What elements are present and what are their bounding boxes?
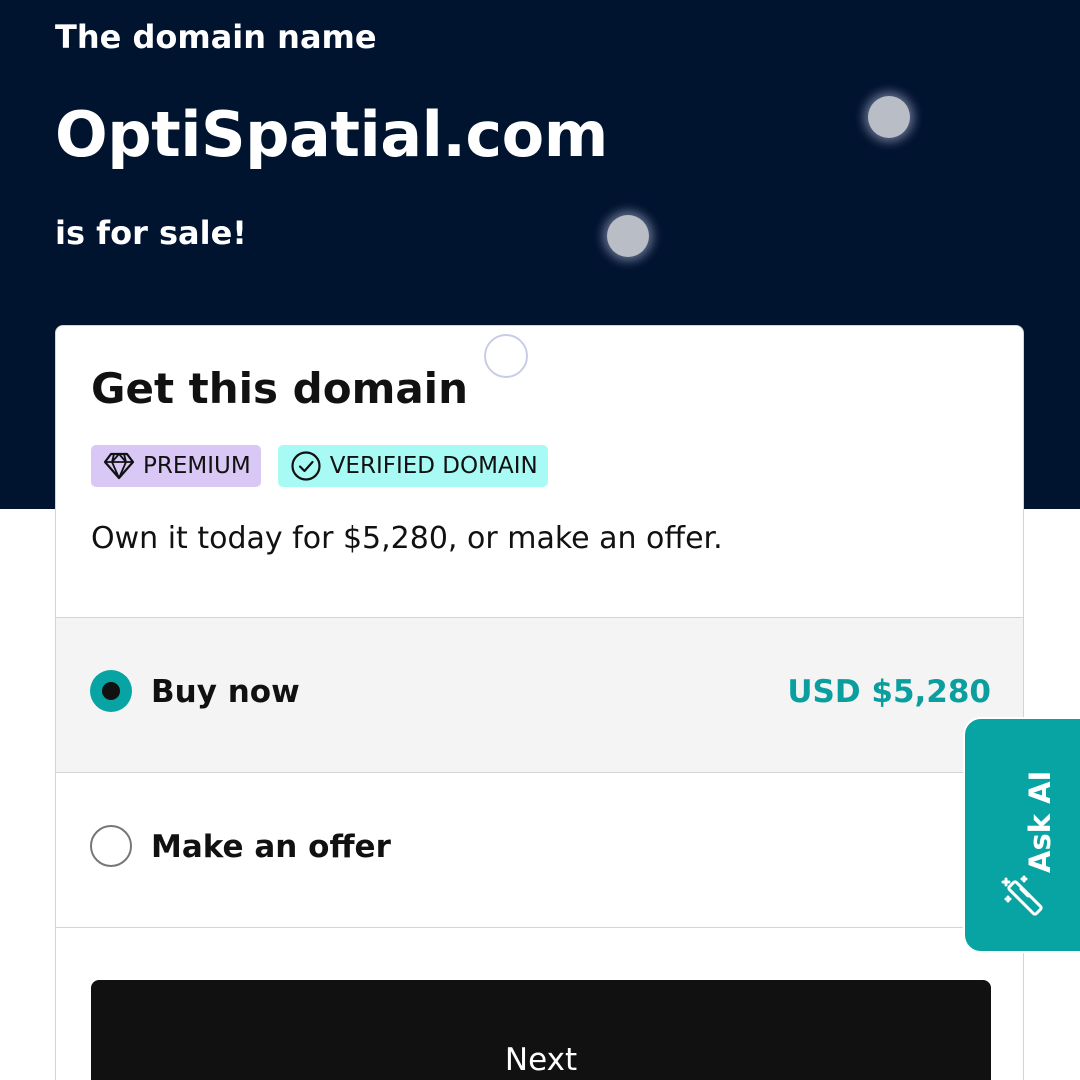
page: The domain name OptiSpatial.com is for s… [0, 0, 1080, 1080]
make-offer-label: Make an offer [151, 829, 391, 865]
buy-now-price: USD $5,280 [787, 674, 991, 710]
buy-now-radio[interactable] [90, 670, 132, 712]
option-make-offer[interactable]: Make an offer [56, 772, 1023, 927]
ask-ai-button[interactable]: Ask AI [963, 717, 1080, 953]
decorative-dot [607, 215, 649, 257]
verified-badge-label: VERIFIED DOMAIN [329, 453, 538, 479]
next-button[interactable]: Next [91, 980, 991, 1080]
domain-name: OptiSpatial.com [55, 98, 608, 171]
sale-status: is for sale! [55, 214, 247, 252]
badge-row: PREMIUM VERIFIED DOMAIN [91, 445, 548, 487]
check-circle-icon [291, 451, 321, 481]
purchase-card: Get this domain PREMIUM VERIFIED DOMAIN … [55, 325, 1024, 1080]
make-offer-radio[interactable] [90, 825, 132, 867]
hero-eyebrow: The domain name [55, 18, 377, 56]
diamond-icon [103, 452, 135, 480]
ask-ai-label: Ask AI [1023, 770, 1057, 873]
verified-badge: VERIFIED DOMAIN [277, 445, 548, 487]
divider [56, 927, 1023, 928]
buy-now-label: Buy now [151, 674, 300, 710]
premium-badge-label: PREMIUM [143, 453, 251, 479]
option-buy-now[interactable]: Buy now USD $5,280 [56, 617, 1023, 772]
card-title: Get this domain [91, 364, 468, 413]
magic-wand-icon [1001, 875, 1043, 916]
price-description: Own it today for $5,280, or make an offe… [91, 521, 723, 556]
loading-indicator [484, 334, 528, 378]
premium-badge: PREMIUM [91, 445, 261, 487]
decorative-dot [868, 96, 910, 138]
